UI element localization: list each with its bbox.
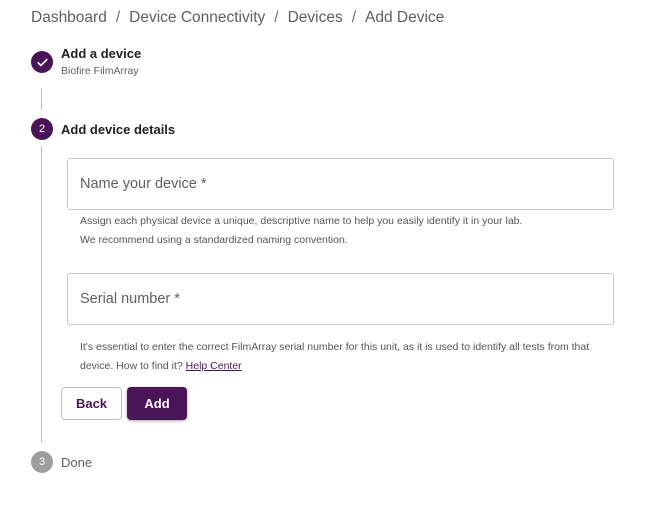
back-button[interactable]: Back bbox=[61, 387, 122, 420]
breadcrumb-current: Add Device bbox=[365, 9, 445, 26]
helper-line: Assign each physical device a unique, de… bbox=[80, 215, 523, 227]
step-connector bbox=[41, 146, 42, 442]
helper-line: We recommend using a standardized naming… bbox=[80, 233, 348, 246]
step-2-number-badge: 2 bbox=[31, 118, 53, 140]
breadcrumb-device-connectivity[interactable]: Device Connectivity bbox=[129, 9, 265, 27]
breadcrumb-separator: / bbox=[274, 9, 279, 26]
step-connector bbox=[41, 88, 42, 110]
step-2-title: Add device details bbox=[61, 122, 176, 137]
step-3-number-badge: 3 bbox=[31, 451, 53, 473]
serial-number-helper-text: It's essential to enter the correct Film… bbox=[80, 338, 600, 375]
breadcrumb-separator: / bbox=[115, 9, 121, 26]
check-icon bbox=[36, 58, 48, 66]
step-completed-icon bbox=[31, 51, 53, 73]
breadcrumb-separator: / bbox=[351, 9, 357, 26]
step-1-subtitle: Biofire FilmArray bbox=[61, 65, 139, 77]
step-3-title: Done bbox=[61, 455, 93, 470]
device-name-input[interactable] bbox=[68, 159, 613, 209]
breadcrumb-dashboard[interactable]: Dashboard bbox=[31, 9, 107, 27]
breadcrumb-devices[interactable]: Devices bbox=[288, 9, 343, 27]
serial-number-field[interactable] bbox=[67, 273, 614, 325]
add-button[interactable]: Add bbox=[127, 387, 187, 420]
help-center-link[interactable]: Help Center bbox=[186, 360, 242, 372]
device-name-field[interactable] bbox=[67, 158, 614, 210]
breadcrumb: Dashboard / Device Connectivity / Device… bbox=[31, 9, 444, 27]
device-name-helper-text: Assign each physical device a unique, de… bbox=[80, 212, 600, 249]
step-1-title: Add a device bbox=[61, 46, 142, 61]
serial-helper-message: It's essential to enter the correct Film… bbox=[80, 341, 590, 372]
serial-number-input[interactable] bbox=[68, 274, 613, 324]
